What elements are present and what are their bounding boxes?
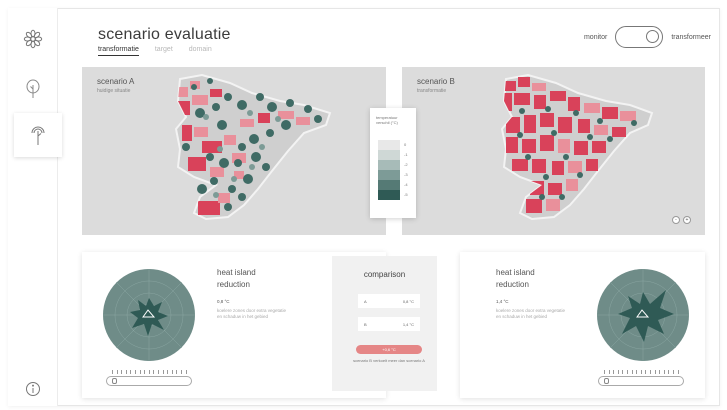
tab-target[interactable]: target <box>155 46 173 56</box>
mode-toggle-group: monitor transformeer <box>584 26 711 48</box>
legend-title: temperatuur verschil (°C) <box>376 115 398 125</box>
radial-chart-b <box>597 269 689 361</box>
slider-ticks-b <box>604 370 679 374</box>
time-slider-a[interactable] <box>106 376 192 386</box>
time-slider-b[interactable] <box>598 376 684 386</box>
legend-swatch <box>378 140 400 150</box>
heat-island-text-a: koelere zones door extra vegetatie en sc… <box>217 308 287 319</box>
comparison-row-label: B <box>364 321 367 327</box>
tree-icon[interactable] <box>18 74 48 104</box>
comparison-title: comparison <box>363 270 406 279</box>
page-title: scenario evaluatie <box>98 26 231 43</box>
map-legend: temperatuur verschil (°C) 0 -1 -2 -3 -4 … <box>370 108 416 218</box>
zoom-in-button[interactable]: + <box>683 216 691 224</box>
flower-icon[interactable] <box>18 24 48 54</box>
mode-toggle[interactable] <box>615 26 664 48</box>
comparison-row-a: A 0,8 °C <box>358 294 420 308</box>
map-a-graphic <box>174 73 332 221</box>
legend-swatch <box>378 170 400 180</box>
sidebar <box>8 8 62 406</box>
slider-thumb[interactable] <box>112 378 117 384</box>
legend-tick: -4 <box>404 182 408 187</box>
toggle-right-label: transformeer <box>671 33 711 41</box>
comparison-row-b: B 1,4 °C <box>358 317 420 331</box>
legend-tick: -2 <box>404 162 408 167</box>
map-panel-b[interactable]: scenario B transformatie - + <box>402 67 705 235</box>
legend-swatch <box>378 180 400 190</box>
legend-swatch <box>378 160 400 170</box>
toggle-left-label: monitor <box>583 33 608 41</box>
legend-swatch <box>378 150 400 160</box>
slider-thumb[interactable] <box>604 378 609 384</box>
comparison-row-label: A <box>364 298 367 304</box>
toggle-knob <box>646 30 660 43</box>
map-b-graphic <box>500 73 654 221</box>
heat-island-value-b: 1,4 °C <box>496 299 509 304</box>
result-panel-b: heat island reduction 1,4 °C koelere zon… <box>460 252 705 398</box>
legend-swatch <box>378 190 400 200</box>
info-icon[interactable] <box>18 374 48 404</box>
legend-tick: 0 <box>404 142 407 147</box>
comparison-result-button[interactable]: +0,6 °C <box>356 345 422 354</box>
heat-island-title-b-2: reduction <box>496 280 529 289</box>
map-panel-a[interactable]: scenario A huidige situatie <box>82 67 386 235</box>
comparison-row-value: 0,8 °C <box>402 298 414 304</box>
heat-island-title-a-1: heat island <box>217 268 256 277</box>
legend-tick: -1 <box>404 152 408 157</box>
heat-island-title-b-1: heat island <box>496 268 535 277</box>
heat-island-value-a: 0,8 °C <box>217 299 230 304</box>
tree-plant-icon[interactable] <box>14 113 62 157</box>
radial-chart-a <box>103 269 195 361</box>
tab-bar: transformatie target domain <box>98 46 212 56</box>
slider-ticks-a <box>112 370 187 374</box>
heat-island-title-a-2: reduction <box>217 280 250 289</box>
tab-transformatie[interactable]: transformatie <box>98 46 139 56</box>
comparison-note: scenario B verkoelt meer dan scenario A <box>353 358 425 363</box>
comparison-row-value: 1,4 °C <box>402 321 414 327</box>
legend-tick: -3 <box>404 172 408 177</box>
heat-island-text-b: koelere zones door extra vegetatie en sc… <box>496 308 566 319</box>
zoom-out-button[interactable]: - <box>672 216 680 224</box>
tab-domain[interactable]: domain <box>189 46 212 56</box>
legend-tick: -5 <box>404 192 408 197</box>
